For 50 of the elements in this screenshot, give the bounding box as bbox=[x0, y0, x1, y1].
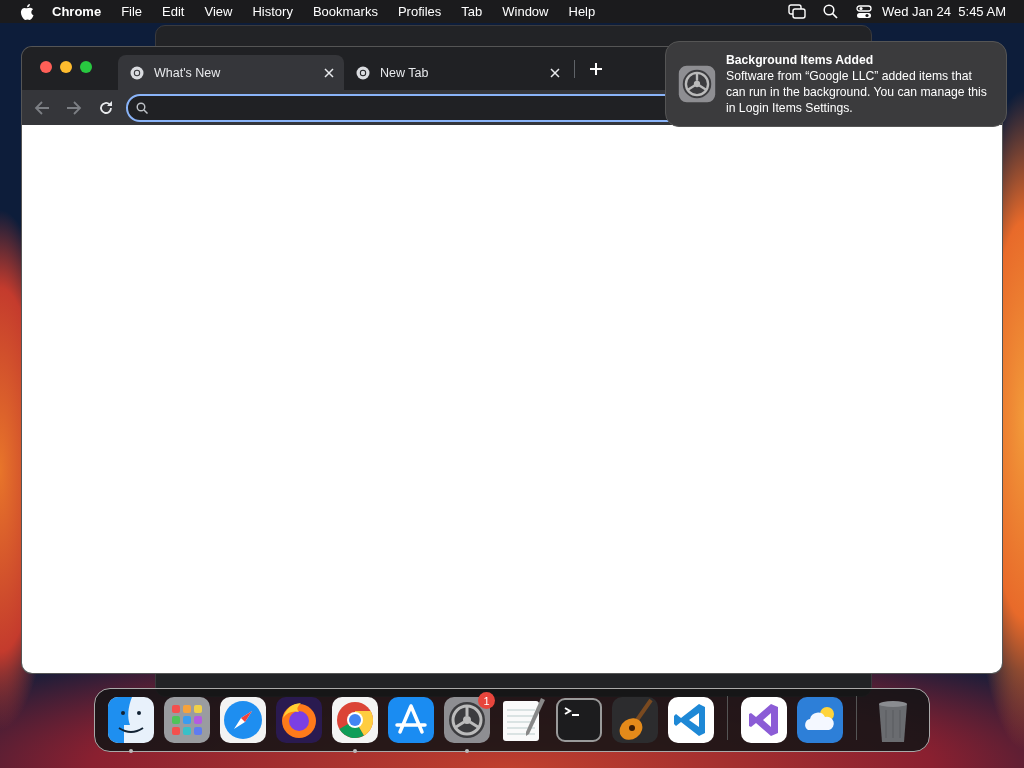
close-window-button[interactable] bbox=[40, 60, 52, 73]
menu-item[interactable]: Bookmarks bbox=[302, 4, 388, 19]
app-menu[interactable]: Chrome bbox=[42, 4, 112, 19]
face-icon[interactable] bbox=[107, 696, 155, 744]
running-indicator bbox=[465, 749, 469, 753]
running-indicator bbox=[353, 749, 357, 753]
search-icon bbox=[136, 101, 148, 114]
cloud-sun-icon[interactable] bbox=[796, 696, 844, 744]
search-icon[interactable] bbox=[822, 4, 838, 19]
notification[interactable]: Background Items Added Software from “Google LLC” added items that can run in the background. You can manage this in Login Items Settings. bbox=[665, 41, 1007, 127]
clock[interactable]: Wed Jan 24 5:45 AM bbox=[881, 4, 1014, 19]
favicon-icon bbox=[356, 65, 370, 80]
terminal-icon[interactable] bbox=[555, 696, 603, 744]
close-icon[interactable] bbox=[324, 67, 334, 78]
menu-item[interactable]: View bbox=[194, 4, 243, 19]
browser-tab[interactable]: New Tab bbox=[344, 55, 570, 90]
running-indicator bbox=[129, 749, 133, 753]
menu-item[interactable]: Window bbox=[492, 4, 559, 19]
loop-icon[interactable] bbox=[740, 696, 788, 744]
plus-icon[interactable] bbox=[589, 61, 603, 76]
gear-icon[interactable] bbox=[443, 696, 491, 744]
gear-icon bbox=[678, 65, 716, 103]
notification-title: Background Items Added bbox=[726, 52, 875, 68]
guitar-icon[interactable] bbox=[611, 696, 659, 744]
close-icon[interactable] bbox=[550, 67, 560, 78]
minimize-window-button[interactable] bbox=[60, 60, 72, 73]
menu-item[interactable]: Profiles bbox=[387, 4, 452, 19]
zoom-window-button[interactable] bbox=[80, 60, 92, 73]
toggles-icon[interactable] bbox=[855, 4, 872, 19]
menu-item[interactable]: Help bbox=[558, 4, 606, 19]
notification-text: Software from “Google LLC” added items that can run in the background. You can manage this in Login Items Settings. bbox=[726, 68, 988, 116]
tab-title: What's New bbox=[154, 65, 222, 80]
tab-title: New Tab bbox=[380, 65, 430, 80]
ribbon-icon[interactable] bbox=[667, 696, 715, 744]
windows-icon[interactable] bbox=[787, 4, 806, 19]
forward-arrow-icon[interactable] bbox=[66, 99, 82, 116]
reload-icon[interactable] bbox=[98, 99, 114, 116]
a-shape-icon[interactable] bbox=[387, 696, 435, 744]
menu-item[interactable]: Tab bbox=[451, 4, 493, 19]
menu-item[interactable]: Edit bbox=[152, 4, 195, 19]
app-grid-icon[interactable] bbox=[163, 696, 211, 744]
notification-badge: 1 bbox=[478, 692, 495, 709]
back-arrow-icon[interactable] bbox=[34, 99, 50, 116]
menu-item[interactable]: History bbox=[242, 4, 303, 19]
menu-item[interactable]: File bbox=[111, 4, 153, 19]
flame-globe-icon[interactable] bbox=[275, 696, 323, 744]
apple-logo-icon[interactable] bbox=[20, 3, 34, 20]
compass-icon[interactable] bbox=[219, 696, 267, 744]
favicon-icon bbox=[130, 65, 144, 80]
browser-tab[interactable]: What's New bbox=[118, 55, 344, 90]
